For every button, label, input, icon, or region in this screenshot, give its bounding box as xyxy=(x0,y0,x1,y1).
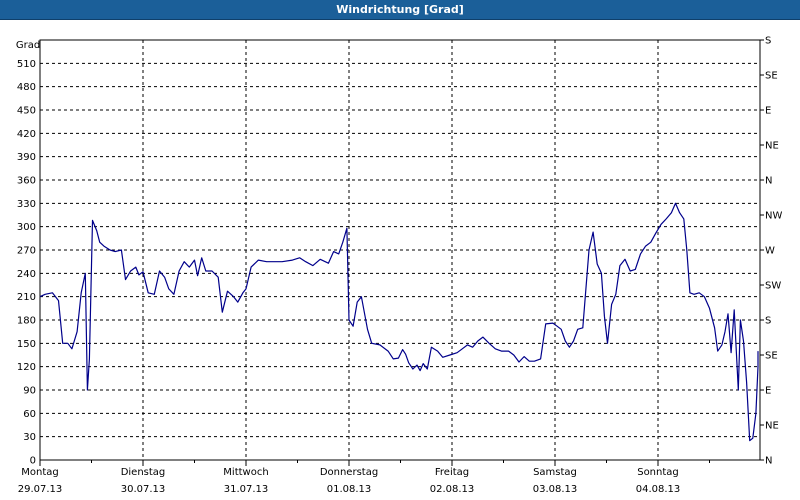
compass-label: SE xyxy=(765,71,778,82)
x-tick-date-label: 30.07.13 xyxy=(121,484,166,495)
y-tick-label: 300 xyxy=(17,222,36,233)
y-tick-label: 270 xyxy=(17,246,36,257)
y-axis-label: Grad xyxy=(16,40,40,51)
y-tick-label: 120 xyxy=(17,362,36,373)
y-tick-label: 90 xyxy=(23,386,36,397)
chart-window: Windrichtung [Grad] 0 30 60 90 120 150 180 210 2… xyxy=(0,0,800,500)
x-tick-date-label: 29.07.13 xyxy=(18,484,63,495)
title-bar: Windrichtung [Grad] xyxy=(0,0,800,20)
y-axis-right-compass: N NE E SE S SW W NW N NE E SE S xyxy=(760,36,782,467)
compass-label: S xyxy=(765,36,771,47)
y-tick-label: 0 xyxy=(30,456,36,467)
compass-label: NE xyxy=(765,421,779,432)
y-tick-label: 210 xyxy=(17,292,36,303)
y-tick-label: 420 xyxy=(17,129,36,140)
chart-title: Windrichtung [Grad] xyxy=(336,3,464,16)
compass-label: E xyxy=(765,106,771,117)
y-tick-label: 360 xyxy=(17,176,36,187)
y-tick-label: 30 xyxy=(23,432,36,443)
y-tick-label: 480 xyxy=(17,82,36,93)
y-tick-label: 390 xyxy=(17,152,36,163)
x-tick-day-label: Sonntag xyxy=(637,467,679,478)
x-tick-day-label: Samstag xyxy=(533,467,577,478)
y-tick-label: 150 xyxy=(17,339,36,350)
x-tick-day-label: Dienstag xyxy=(121,467,166,478)
x-tick-day-label: Donnerstag xyxy=(320,467,378,478)
gridlines xyxy=(40,40,760,460)
compass-label: S xyxy=(765,316,771,327)
x-tick-day-label: Montag xyxy=(21,467,58,478)
compass-label: SE xyxy=(765,351,778,362)
series-line-wind-direction xyxy=(39,202,759,442)
x-tick-date-label: 04.08.13 xyxy=(636,484,681,495)
x-tick-date-label: 03.08.13 xyxy=(533,484,578,495)
wind-direction-chart: 0 30 60 90 120 150 180 210 240 270 300 330 360 390 420… xyxy=(16,36,783,496)
x-tick-date-label: 02.08.13 xyxy=(430,484,475,495)
x-tick-day-label: Mittwoch xyxy=(223,467,268,478)
x-tick-date-label: 31.07.13 xyxy=(224,484,269,495)
x-tick-day-label: Freitag xyxy=(435,467,469,478)
y-tick-label: 240 xyxy=(17,269,36,280)
y-tick-label: 450 xyxy=(17,106,36,117)
compass-label: NE xyxy=(765,141,779,152)
compass-label: N xyxy=(765,456,772,467)
y-axis-left: 0 30 60 90 120 150 180 210 240 270 300 330 360 390 420… xyxy=(17,59,36,467)
compass-label: W xyxy=(765,246,775,257)
x-axis: Montag 29.07.13 Dienstag 30.07.13 Mittwoch 31… xyxy=(18,460,710,495)
y-tick-label: 330 xyxy=(17,199,36,210)
x-tick-date-label: 01.08.13 xyxy=(327,484,372,495)
compass-label: N xyxy=(765,176,772,187)
compass-label: NW xyxy=(765,211,782,222)
y-tick-label: 180 xyxy=(17,316,36,327)
y-tick-label: 510 xyxy=(17,59,36,70)
series-wind-direction xyxy=(39,202,759,442)
y-tick-label: 60 xyxy=(23,409,36,420)
compass-label: SW xyxy=(765,281,781,292)
compass-label: E xyxy=(765,386,771,397)
